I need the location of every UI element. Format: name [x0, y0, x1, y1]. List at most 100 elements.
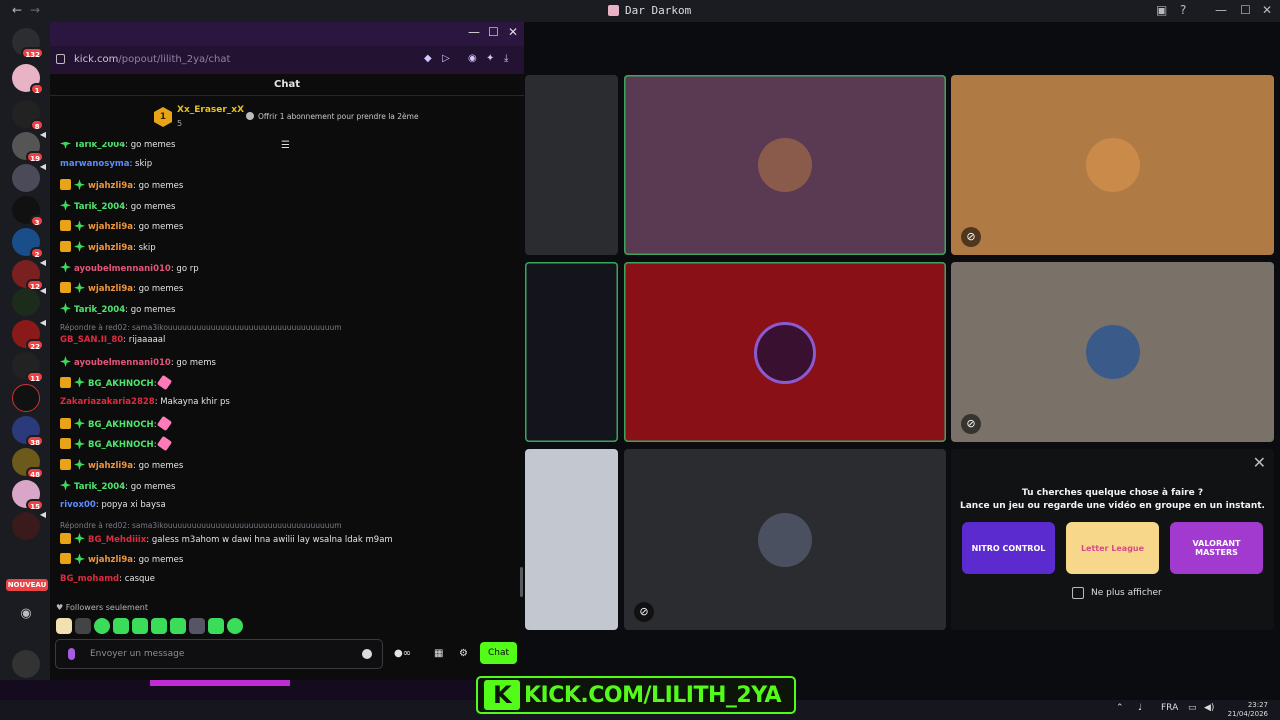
video-tile[interactable]: ⊘	[624, 449, 946, 630]
address-bar[interactable]: kick.com/popout/lilith_2ya/chat ◆ ▷ ◉ ✦ …	[50, 46, 524, 74]
chat-username[interactable]: ayoubelmennani010	[74, 358, 171, 368]
server-icon[interactable]: 48	[12, 448, 44, 479]
chat-username[interactable]: wjahzli9a	[88, 222, 133, 232]
rss-icon[interactable]: ◉	[12, 606, 40, 634]
download-icon[interactable]: ⤓	[504, 53, 508, 64]
url-text[interactable]: kick.com/popout/lilith_2ya/chat	[74, 54, 230, 65]
emote[interactable]	[56, 618, 72, 634]
server-badge: 48	[26, 467, 44, 479]
chat-text: Makayna khir ps	[160, 397, 230, 408]
close-icon[interactable]: ✕	[1253, 453, 1266, 472]
emoji-icon[interactable]	[362, 649, 372, 659]
server-icon[interactable]: 15	[12, 480, 44, 511]
top-gifter-name[interactable]: Xx_Eraser_xX	[177, 105, 244, 115]
user-avatar	[758, 513, 812, 567]
play-icon[interactable]: ▷	[442, 53, 450, 64]
store-icon[interactable]: ▦	[434, 648, 443, 659]
mic-tray-icon[interactable]: ♩	[1138, 703, 1142, 713]
chat-username[interactable]: Tarik_2004	[74, 305, 125, 315]
close-icon[interactable]: ✕	[1262, 3, 1272, 17]
reply-context: Répondre à red02: sama3ikouuuuuuuuuuuuuu…	[60, 520, 342, 530]
server-icon[interactable]: ◀	[12, 510, 46, 540]
activity-card-nitro-control[interactable]: NITRO CONTROL	[962, 522, 1055, 574]
chat-username[interactable]: wjahzli9a	[88, 243, 133, 253]
emote[interactable]	[151, 618, 167, 634]
video-tile[interactable]	[525, 449, 618, 630]
help-icon[interactable]: ?	[1180, 3, 1186, 17]
language-indicator[interactable]: FRA	[1161, 703, 1178, 713]
settings-icon[interactable]: ⚙	[459, 648, 468, 659]
mic-icon[interactable]	[68, 648, 75, 660]
chat-scrollbar[interactable]	[520, 567, 523, 597]
chat-username[interactable]: Zakariazakaria2828	[60, 397, 155, 407]
audio-icon[interactable]: ◉	[468, 53, 477, 64]
chat-message: BG_Mehdiiix: galess m3ahom w dawi hna aw…	[60, 532, 393, 545]
video-tile[interactable]	[525, 75, 618, 255]
points-icon[interactable]: ●∞	[394, 648, 411, 659]
chat-username[interactable]: BG_Mehdiiix	[88, 535, 146, 545]
chat-username[interactable]: wjahzli9a	[88, 284, 133, 294]
chat-username[interactable]: rivox00	[60, 500, 96, 510]
activity-card-valorant[interactable]: VALORANT MASTERS	[1170, 522, 1263, 574]
server-icon[interactable]: 2	[12, 228, 44, 259]
chat-username[interactable]: Tarik_2004	[74, 202, 125, 212]
chat-username[interactable]: marwanosyma	[60, 159, 129, 169]
inbox-icon[interactable]: ▣	[1156, 3, 1167, 17]
chat-username[interactable]: BG_AKHNOCH	[88, 420, 154, 430]
volume-icon[interactable]: ◀)	[1204, 703, 1214, 713]
server-icon[interactable]: ◀ 19	[12, 130, 46, 163]
tray-chevron-icon[interactable]: ⌃	[1116, 703, 1124, 713]
video-tile[interactable]: ⊘	[951, 75, 1274, 255]
video-tile[interactable]: ⊘	[951, 262, 1274, 442]
video-tile[interactable]	[525, 262, 618, 442]
video-tile[interactable]	[624, 75, 946, 255]
discord-home-icon[interactable]: 132	[12, 28, 44, 59]
chat-username[interactable]: BG_AKHNOCH	[88, 440, 154, 450]
server-icon[interactable]: 3	[12, 196, 44, 227]
shield-icon[interactable]: ◆	[424, 53, 432, 64]
chat-username[interactable]: ayoubelmennani010	[74, 264, 171, 274]
taskbar-clock[interactable]: 23:27 21/04/2026	[1228, 701, 1268, 719]
server-icon[interactable]: ◀	[12, 286, 46, 316]
send-chat-button[interactable]: Chat	[480, 642, 517, 664]
chat-username[interactable]: wjahzli9a	[88, 461, 133, 471]
dont-show-checkbox[interactable]	[1072, 587, 1084, 599]
emote[interactable]	[227, 618, 243, 634]
chat-username[interactable]: Tarik_2004	[74, 482, 125, 492]
back-arrow-icon[interactable]: ←	[12, 3, 22, 17]
chat-input[interactable]: Envoyer un message	[55, 639, 383, 669]
emote[interactable]	[94, 618, 110, 634]
server-icon[interactable]: ◀ 12	[12, 258, 46, 291]
chat-username[interactable]: Tarik_2004	[74, 142, 125, 150]
gift-offer-button[interactable]: Offrir 1 abonnement pour prendre la 2ème	[246, 112, 419, 121]
extensions-icon[interactable]: ✦	[486, 53, 494, 64]
server-icon[interactable]	[12, 384, 40, 412]
emote[interactable]	[170, 618, 186, 634]
user-avatar[interactable]	[12, 650, 40, 678]
video-tile[interactable]	[624, 262, 946, 442]
activity-card-letter-league[interactable]: Letter League	[1066, 522, 1159, 574]
emote[interactable]	[75, 618, 91, 634]
forward-arrow-icon[interactable]: →	[30, 3, 40, 17]
server-icon[interactable]: 38	[12, 416, 44, 447]
minimize-icon[interactable]: —	[1215, 3, 1227, 17]
server-icon[interactable]: ◀ 22	[12, 318, 46, 351]
emote[interactable]	[113, 618, 129, 634]
emote[interactable]	[208, 618, 224, 634]
server-icon[interactable]: 11	[12, 352, 44, 383]
server-icon[interactable]: 1	[12, 64, 44, 95]
chat-username[interactable]: wjahzli9a	[88, 555, 133, 565]
network-icon[interactable]: ▭	[1188, 703, 1197, 713]
chat-username[interactable]: wjahzli9a	[88, 181, 133, 191]
chat-username[interactable]: BG_mohamd	[60, 574, 119, 584]
emote[interactable]	[189, 618, 205, 634]
chat-username[interactable]: GB_SAN.II_80	[60, 335, 123, 345]
server-icon[interactable]: ◀	[12, 162, 46, 192]
close-icon[interactable]: ✕	[508, 25, 518, 39]
server-icon[interactable]: 8	[12, 100, 44, 131]
minimize-icon[interactable]: —	[468, 25, 480, 39]
emote[interactable]	[132, 618, 148, 634]
chat-username[interactable]: BG_AKHNOCH	[88, 379, 154, 389]
maximize-icon[interactable]: ☐	[488, 25, 499, 39]
maximize-icon[interactable]: ☐	[1240, 3, 1251, 17]
